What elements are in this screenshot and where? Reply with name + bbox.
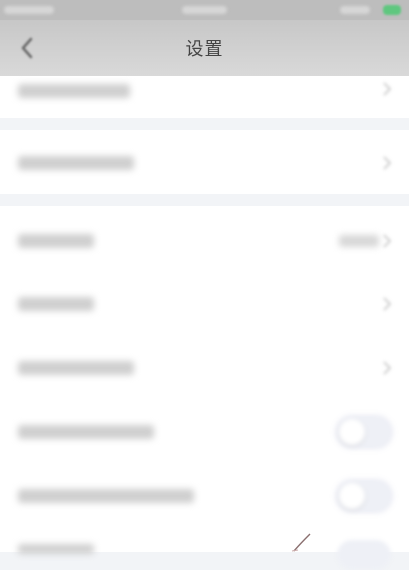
toggle-knob <box>339 419 365 445</box>
toggle-switch-partial[interactable] <box>337 540 391 570</box>
signal-indicator <box>340 6 370 14</box>
settings-row-2[interactable] <box>0 130 409 194</box>
settings-row-6[interactable] <box>0 399 409 463</box>
settings-row-1[interactable] <box>0 58 409 118</box>
settings-row-5[interactable] <box>0 335 409 399</box>
chevron-right-icon <box>383 82 391 96</box>
settings-section-1 <box>0 76 409 118</box>
settings-section-2 <box>0 130 409 194</box>
settings-row-7[interactable] <box>0 463 409 527</box>
battery-icon <box>383 5 401 15</box>
settings-row-3[interactable] <box>0 208 409 272</box>
settings-row-4[interactable] <box>0 271 409 335</box>
chevron-right-icon <box>383 156 391 170</box>
row-label-4 <box>18 297 94 311</box>
toggle-switch[interactable] <box>337 417 391 447</box>
row-label-1 <box>18 84 130 98</box>
row-label-3 <box>18 234 94 248</box>
row-label-8-partial <box>18 544 94 554</box>
chevron-right-icon <box>383 234 391 248</box>
pen-cursor-icon <box>291 533 311 552</box>
toggle-switch[interactable] <box>337 481 391 511</box>
row-label-5 <box>18 361 134 375</box>
carrier-indicator <box>4 6 54 14</box>
row-label-7 <box>18 489 194 503</box>
chevron-right-icon <box>383 297 391 311</box>
chevron-right-icon <box>383 361 391 375</box>
clock-indicator <box>182 6 227 14</box>
settings-section-3 <box>0 206 409 552</box>
status-bar <box>0 0 409 20</box>
row-label-6 <box>18 425 154 439</box>
toggle-knob <box>339 483 365 509</box>
row-value-3 <box>339 235 379 247</box>
row-label-2 <box>18 156 134 170</box>
